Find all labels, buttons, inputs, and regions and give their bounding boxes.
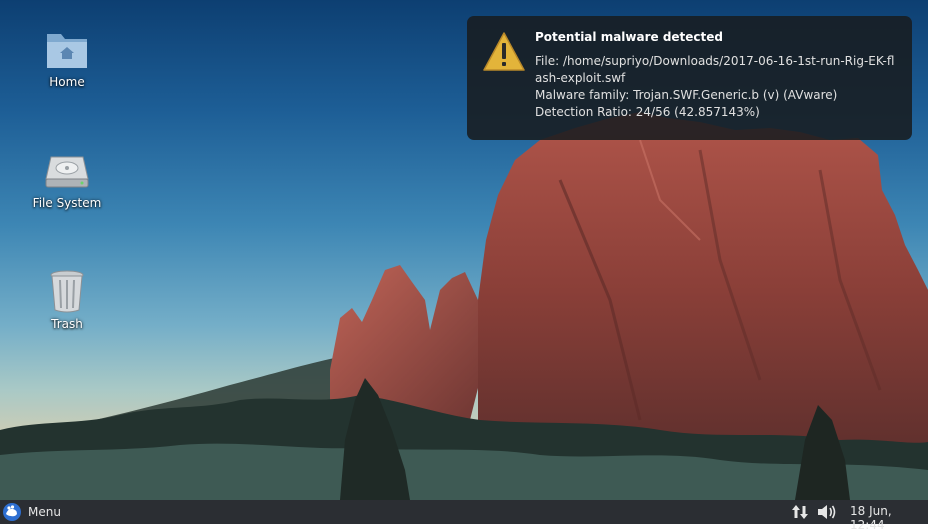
menu-label: Menu xyxy=(28,505,61,519)
home-folder-icon xyxy=(47,34,87,68)
trash-can-icon xyxy=(50,270,84,313)
desktop-icon-home[interactable]: Home xyxy=(19,28,115,89)
desktop-icon-label: File System xyxy=(32,196,102,210)
taskbar: Menu 18 Jun, 12:44 xyxy=(0,500,928,532)
notification-malware-family: Malware family: Trojan.SWF.Generic.b (v)… xyxy=(535,88,838,102)
desktop-icon-trash[interactable]: Trash xyxy=(19,268,115,331)
notification-body: File: /home/supriyo/Downloads/2017-06-16… xyxy=(535,53,901,121)
notification-file-path: File: /home/supriyo/Downloads/2017-06-16… xyxy=(535,54,895,85)
desktop-icon-label: Trash xyxy=(51,317,83,331)
notification-title: Potential malware detected xyxy=(535,30,724,44)
warning-icon xyxy=(483,32,525,71)
whisker-menu-button[interactable]: Menu xyxy=(0,500,61,524)
network-transfer-icon[interactable] xyxy=(790,503,810,521)
desktop-icon-label: Home xyxy=(49,75,85,89)
desktop-icon-file-system[interactable]: File System xyxy=(19,149,115,210)
notification-detection-ratio: Detection Ratio: 24/56 (42.857143%) xyxy=(535,105,760,119)
xfce-mouse-icon xyxy=(3,503,21,521)
hard-drive-icon xyxy=(45,156,89,188)
volume-icon[interactable] xyxy=(816,503,838,521)
malware-notification[interactable]: Potential malware detected File: /home/s… xyxy=(467,16,912,140)
clock[interactable]: 18 Jun, 12:44 xyxy=(850,504,928,532)
desktop: Home File System Trash Potential malware… xyxy=(0,0,928,500)
